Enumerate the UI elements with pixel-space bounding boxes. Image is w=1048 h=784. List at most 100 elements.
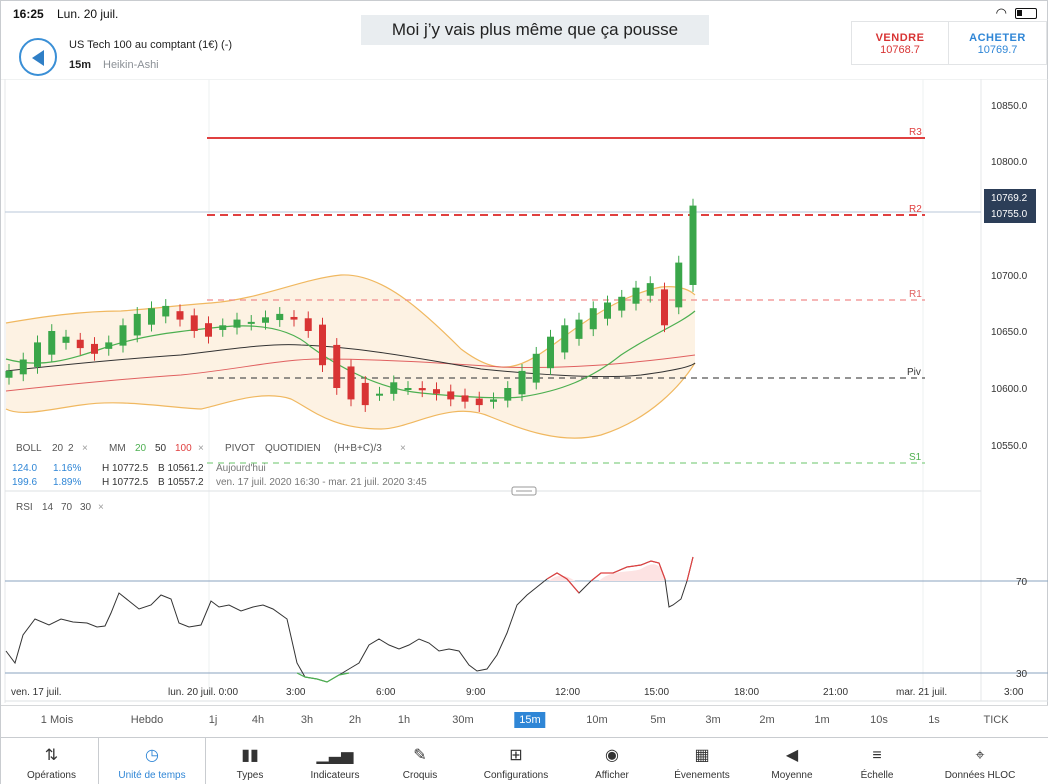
candle-body [262,317,269,323]
timeframe-15m[interactable]: 15m [514,712,546,728]
timeframe-1h[interactable]: 1h [398,714,410,726]
tool-pencil-button[interactable]: ✎ Croquis [376,738,464,784]
rsi-oversold-segment [296,672,350,683]
piv-label: Piv [907,367,921,378]
row2-value: 199.6 [12,477,37,488]
candle-body [475,398,483,406]
price-axis: 10850.0 10800.0 10700.0 10650.0 10600.0 … [991,101,1028,452]
chart-type-label: Heikin-Ashi [103,59,159,71]
tool-layout-button[interactable]: ⊞ Configurations [464,738,568,784]
candle-body [461,395,469,402]
time-axis: ven. 17 juil. lun. 20 juil. 0:00 3:00 6:… [11,687,1024,698]
timeframe-2m[interactable]: 2m [759,714,774,726]
back-button[interactable] [19,38,57,76]
price-tick: 10850.0 [991,101,1028,112]
tool-scale-button[interactable]: ≡ Échelle [836,738,918,784]
tool-label: Indicateurs [310,770,360,781]
buy-button[interactable]: ACHETER 10769.7 [949,22,1046,64]
timeframe-3m[interactable]: 3m [705,714,720,726]
price-tick: 10700.0 [991,271,1028,282]
candle-body [190,315,198,331]
r3-label: R3 [909,127,922,138]
sort-arrows-icon: ⇅ [44,747,59,764]
pivot-close-icon[interactable]: × [400,443,406,454]
timeframe-4h[interactable]: 4h [252,714,264,726]
candle-body [19,359,27,375]
tool-eye-button[interactable]: ◉ Afficher [568,738,656,784]
crosshair-icon: ⌖ [975,747,985,764]
timeframe-tick[interactable]: TICK [983,714,1008,726]
timeframe-hebdo[interactable]: Hebdo [131,714,163,726]
candle-body [376,393,383,396]
time-tick: 21:00 [823,687,848,698]
tool-crosshair-button[interactable]: ⌖ Données HLOC [918,738,1042,784]
timeframe-bar: 1 Mois Hebdo 1j 4h 3h 2h 1h 30m 15m 10m 5m 3m 2m 1m 10… [1,705,1048,737]
tool-sort-arrows-button[interactable]: ⇅ Opérations [5,738,98,784]
timeframe-2h[interactable]: 2h [349,714,361,726]
tool-calendar-button[interactable]: ▦ Évenements [656,738,748,784]
tool-speaker-button[interactable]: ◀ Moyenne [748,738,836,784]
r1-label: R1 [909,289,922,300]
instrument-name[interactable]: US Tech 100 au comptant (1€) (-) [69,39,232,51]
trade-panel: VENDRE 10768.7 ACHETER 10769.7 [851,21,1047,65]
timeframe-1-mois[interactable]: 1 Mois [41,714,73,726]
price-tick: 10550.0 [991,441,1028,452]
candle-body [532,353,540,383]
candle-body [133,313,141,336]
timeframe-3h[interactable]: 3h [301,714,313,726]
tool-label: Unité de temps [118,770,186,781]
candle-body [319,324,326,366]
timeframe-5m[interactable]: 5m [650,714,665,726]
boll-p2: 2 [68,443,74,454]
timeframe-10m[interactable]: 10m [586,714,607,726]
timeframe-1m[interactable]: 1m [814,714,829,726]
timeframe-1s[interactable]: 1s [928,714,940,726]
timeframe-1j[interactable]: 1j [209,714,218,726]
candle-body [404,388,412,390]
candles-icon: ▮▮ [241,747,259,764]
candle-body [347,366,355,400]
price-tick: 10650.0 [991,327,1028,338]
timeframe-10s[interactable]: 10s [870,714,888,726]
sell-button[interactable]: VENDRE 10768.7 [852,22,949,64]
candle-body [34,342,41,367]
row2-low: B 10557.2 [158,477,204,488]
time-tick: 3:00 [1004,687,1024,698]
battery-icon [1015,8,1037,19]
candle-body [689,205,697,285]
candle-body [48,331,56,355]
candle-body [447,391,455,400]
price-tag-current: 10755.0 [991,209,1028,220]
indicator-legend: BOLL 20 2 × MM 20 50 100 × PIVOT QUOTIDI… [12,443,427,488]
boll-close-icon[interactable]: × [82,443,88,454]
tool-label: Types [236,770,264,781]
sell-label: VENDRE [875,32,925,44]
candle-body [205,323,212,337]
price-chart[interactable]: R3 R2 R1 Piv S1 10850.0 10800.0 10700.0 … [1,79,1048,703]
row1-value: 124.0 [12,463,37,474]
candle-body [276,313,284,321]
price-tick: 10800.0 [991,157,1028,168]
mm-close-icon[interactable]: × [198,443,204,454]
trading-app: 16:25 Lun. 20 juil. ◠ Moi j’y vais plus … [0,0,1048,784]
mm-p3: 100 [175,443,192,454]
mm-name: MM [109,443,126,454]
tool-candles-button[interactable]: ▮▮ Types [206,738,294,784]
timeframe-30m[interactable]: 30m [452,714,473,726]
tool-label: Afficher [595,770,629,781]
pivot-name: PIVOT [225,443,255,454]
pivot-p1: QUOTIDIEN [265,443,321,454]
tool-clock-button[interactable]: ◷ Unité de temps [98,737,206,784]
time-tick: 12:00 [555,687,580,698]
rsi-close-icon[interactable]: × [98,502,104,513]
clock-icon: ◷ [145,747,159,764]
candle-body [247,321,255,324]
tool-bar-chart-button[interactable]: ▁▃▅ Indicateurs [294,738,376,784]
candle-body [518,370,526,395]
candle-body [547,336,554,369]
row2-pct: 1.89% [53,477,81,488]
rsi-p3: 30 [80,502,92,513]
rsi-p2: 70 [61,502,73,513]
time-tick: 18:00 [734,687,759,698]
time-tick: 6:00 [376,687,396,698]
